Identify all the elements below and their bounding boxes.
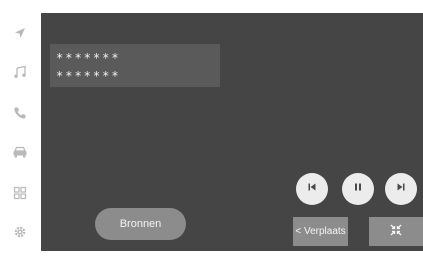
pause-button[interactable] (342, 173, 374, 205)
track-info-panel: ******* ******* (50, 44, 220, 87)
sidebar-item-phone[interactable] (0, 98, 40, 128)
sources-button[interactable]: Bronnen (95, 208, 186, 240)
phone-icon (13, 106, 27, 120)
settings-gear-icon (13, 225, 27, 239)
previous-track-button[interactable] (296, 173, 328, 205)
sidebar-item-settings[interactable] (0, 217, 40, 247)
apps-grid-icon (13, 186, 27, 200)
media-screen: ******* ******* Bronnen < Verplaats (41, 13, 423, 251)
music-note-icon (13, 65, 27, 79)
shrink-icon (389, 223, 403, 240)
sidebar-item-media[interactable] (0, 57, 40, 87)
skip-previous-icon (306, 180, 318, 198)
shrink-button[interactable] (369, 217, 423, 246)
next-track-button[interactable] (385, 173, 417, 205)
sidebar (0, 0, 40, 259)
sidebar-item-navigation[interactable] (0, 18, 40, 48)
sidebar-item-apps[interactable] (0, 178, 40, 208)
skip-next-icon (395, 180, 407, 198)
car-icon (12, 145, 28, 159)
navigation-arrow-icon (13, 26, 27, 40)
track-title: ******* (56, 51, 121, 65)
sidebar-item-vehicle[interactable] (0, 137, 40, 167)
track-artist: ******* (56, 69, 121, 83)
move-button[interactable]: < Verplaats (293, 217, 348, 246)
pause-icon (352, 180, 364, 198)
